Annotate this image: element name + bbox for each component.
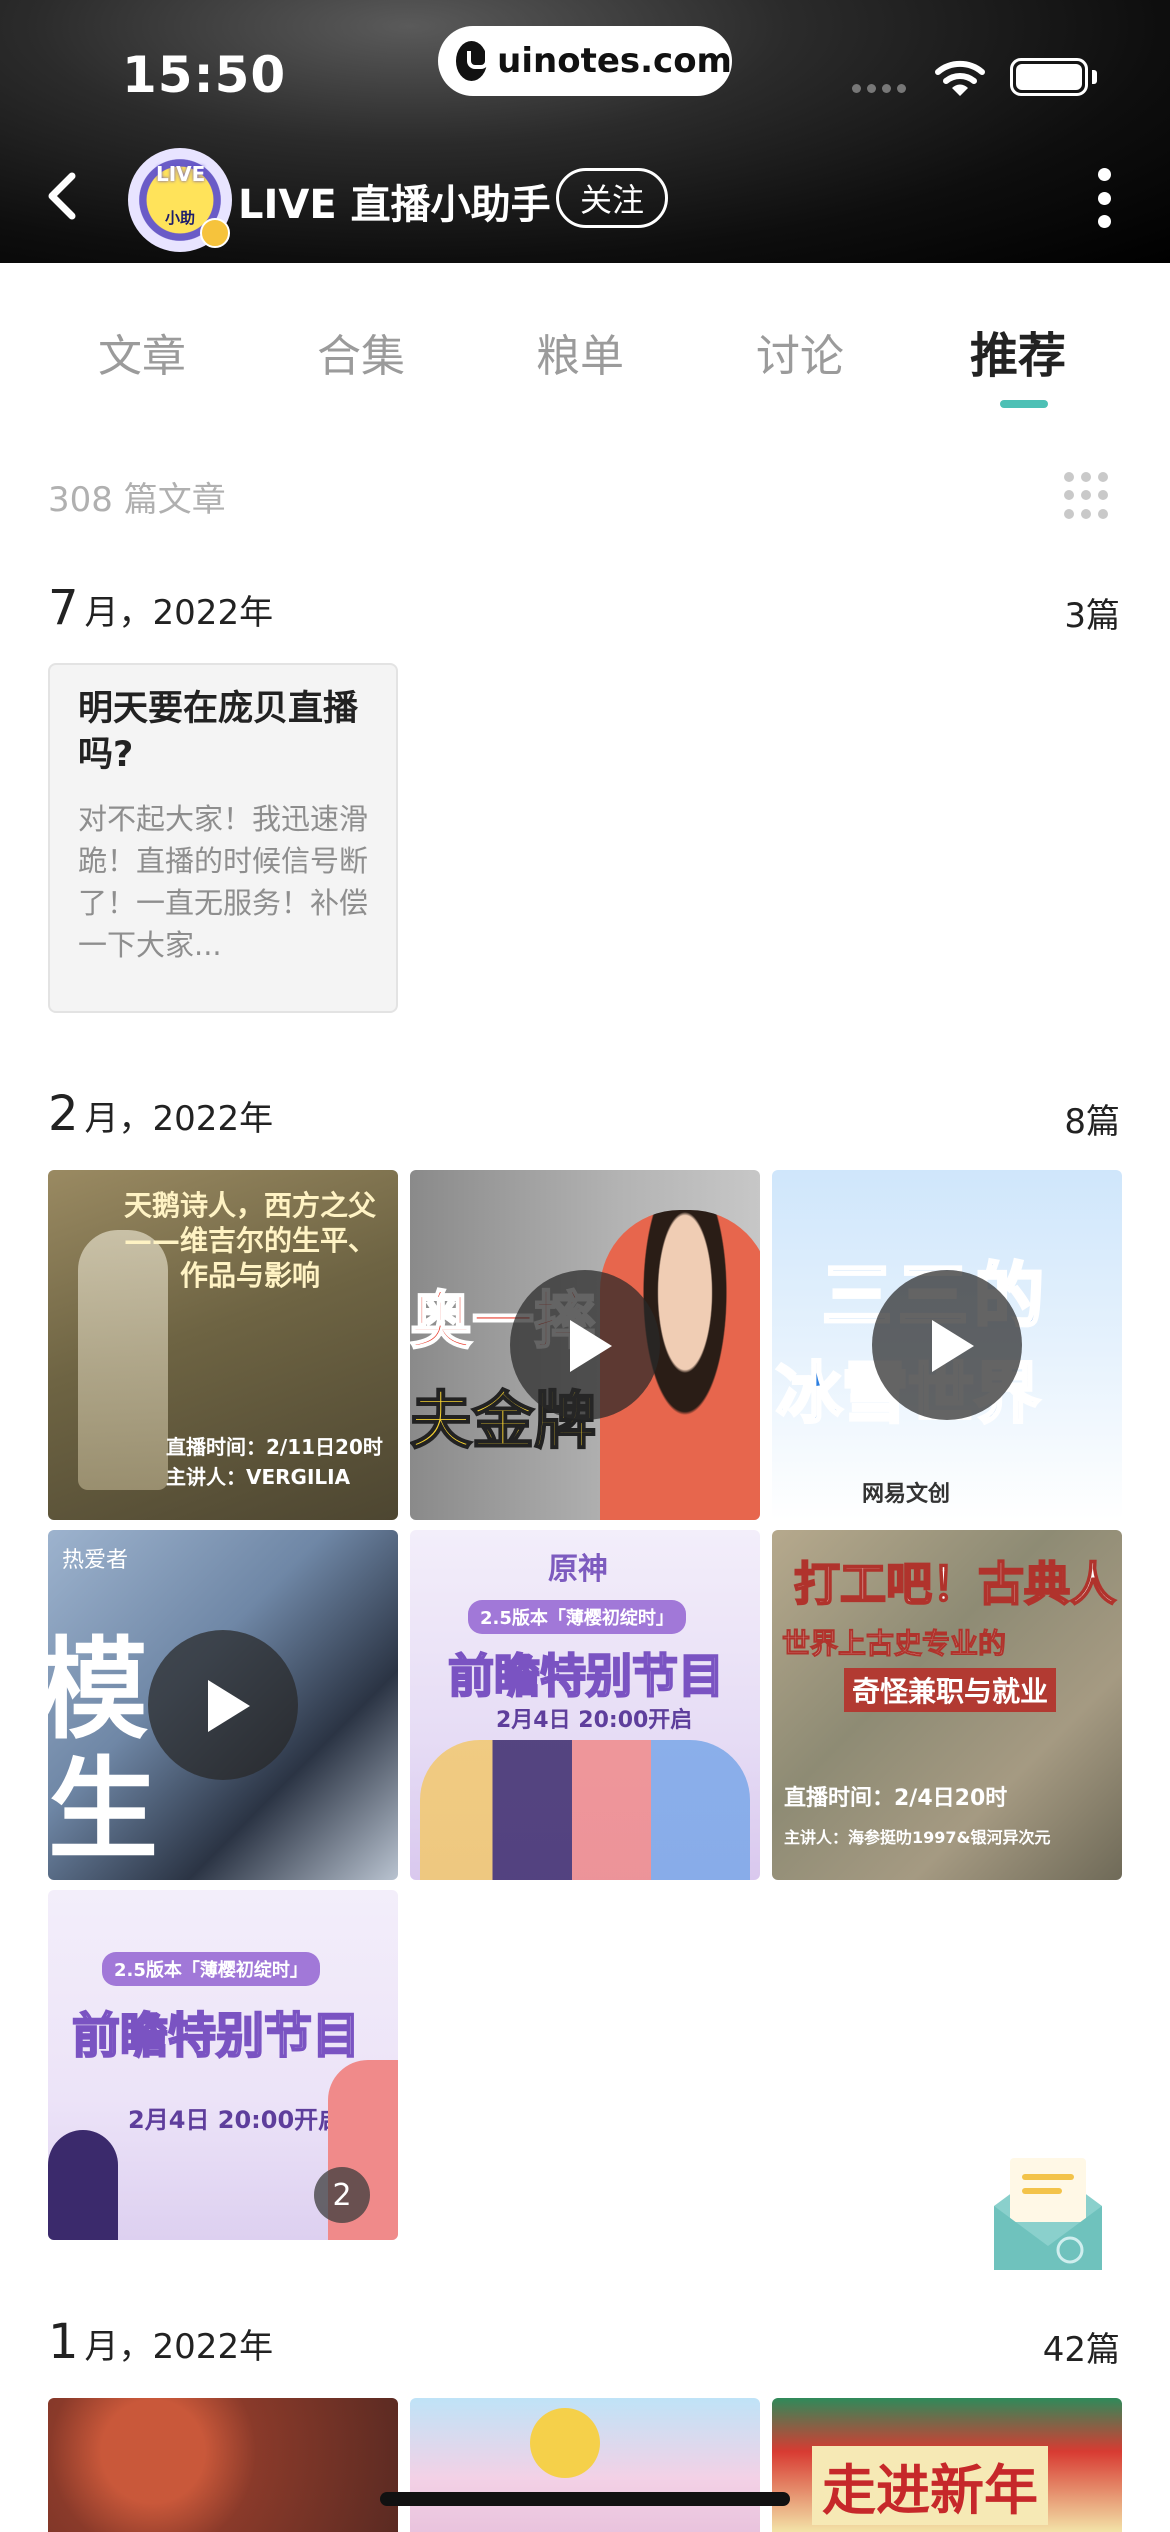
site-logo-icon xyxy=(456,41,490,81)
thumb-title: 生 xyxy=(48,1746,158,1874)
top-header: 15:50 uinotes.com LIVE 小助 LIVE 直播小助手 关注 xyxy=(0,0,1170,263)
tab-bar: 文章 合集 粮单 讨论 推荐 xyxy=(0,290,1170,420)
thumb-title: 走进新年 xyxy=(812,2446,1048,2525)
home-indicator[interactable] xyxy=(380,2492,790,2506)
channel-title[interactable]: LIVE 直播小助手 xyxy=(238,172,551,230)
article-total: 308 篇文章 xyxy=(48,480,226,520)
thumb-caption: 2.5版本「薄樱初绽时」 xyxy=(102,1952,320,1986)
thumb-line: 作品与影响 xyxy=(179,1259,320,1292)
thumb-title: 天鹅诗人，西方之父 ——维吉尔的生平、 作品与影响 xyxy=(110,1188,390,1293)
multi-image-count-badge: 2 xyxy=(314,2167,370,2223)
article-title: 明天要在庞贝直播吗? xyxy=(78,689,359,775)
video-thumbnail[interactable]: 三三的 冰雪世界 网易文创 xyxy=(772,1170,1122,1520)
post-thumbnail[interactable]: 打工吧！古典人 世界上古史专业的 奇怪兼职与就业 直播时间：2/4日20时 主讲… xyxy=(772,1530,1122,1880)
play-icon[interactable] xyxy=(872,1270,1022,1420)
article-card[interactable]: 明天要在庞贝直播吗? 对不起大家！我迅速滑跪！直播的时候信号断了！一直无服务！补… xyxy=(48,663,398,1013)
month-header: 1 月，2022年 xyxy=(48,2314,273,2370)
more-vertical-icon[interactable] xyxy=(1092,168,1116,228)
thumb-caption: 2.5版本「薄樱初绽时」 xyxy=(468,1600,686,1634)
thumb-line: 直播时间：2/11日20时 xyxy=(166,1435,383,1459)
tab-lists[interactable]: 粮单 xyxy=(536,320,624,384)
thumb-caption: 网易文创 xyxy=(862,1482,951,1507)
month-count: 8篇 xyxy=(1064,1102,1120,1142)
thumb-caption: 原神 xyxy=(548,1552,608,1587)
video-thumbnail[interactable]: 热爱者 模 生 xyxy=(48,1530,398,1880)
month-count: 3篇 xyxy=(1064,596,1120,636)
characters-illustration xyxy=(420,1740,750,1880)
cellular-signal-icon xyxy=(852,84,906,93)
avatar[interactable]: LIVE 小助 xyxy=(128,148,232,252)
thumb-title: 打工吧！古典人 xyxy=(793,1556,1117,1612)
month-header: 7 月，2022年 xyxy=(48,580,273,636)
article-excerpt: 对不起大家！我迅速滑跪！直播的时候信号断了！一直无服务！补偿一下大家... xyxy=(78,802,368,963)
post-thumbnail[interactable] xyxy=(410,2398,760,2532)
thumb-caption: 主讲人：海参挺叻1997&银河异次元 xyxy=(784,1828,1051,1847)
tab-articles[interactable]: 文章 xyxy=(98,320,186,384)
play-icon[interactable] xyxy=(148,1630,298,1780)
chevron-left-icon[interactable] xyxy=(40,170,84,222)
url-text: uinotes.com xyxy=(497,41,732,81)
thumb-title: 前瞻特别节目 xyxy=(71,2007,361,2065)
month-count: 42篇 xyxy=(1042,2330,1120,2370)
url-pill[interactable]: uinotes.com xyxy=(438,26,732,96)
month-year: 月，2022年 xyxy=(84,2327,274,2367)
grid-dots-icon[interactable] xyxy=(1064,472,1108,520)
tab-recommend[interactable]: 推荐 xyxy=(970,316,1066,386)
verified-badge-icon xyxy=(200,218,230,248)
avatar-live-text: LIVE xyxy=(156,162,206,186)
thumb-caption: 2月4日 20:00开启 xyxy=(128,2106,343,2134)
active-tab-indicator xyxy=(1000,400,1048,408)
thumb-title: 前瞻特别节目 xyxy=(447,1648,725,1704)
battery-cap xyxy=(1092,70,1097,84)
status-time: 15:50 xyxy=(122,46,287,104)
follow-button[interactable]: 关注 xyxy=(556,168,668,228)
post-thumbnail[interactable] xyxy=(48,2398,398,2532)
thumb-line: 主讲人：VERGILIA xyxy=(166,1465,351,1489)
character-left xyxy=(48,2130,118,2240)
post-thumbnail[interactable]: 天鹅诗人，西方之父 ——维吉尔的生平、 作品与影响 直播时间：2/11日20时 … xyxy=(48,1170,398,1520)
thumb-line: ——维吉尔的生平、 xyxy=(123,1224,376,1257)
month-header: 2 月，2022年 xyxy=(48,1086,273,1142)
month-number: 2 xyxy=(48,1086,79,1142)
thumb-caption: 直播时间：2/11日20时 主讲人：VERGILIA xyxy=(166,1432,383,1492)
month-year: 月，2022年 xyxy=(84,593,274,633)
tab-collections[interactable]: 合集 xyxy=(317,320,405,384)
thumb-line: 天鹅诗人，西方之父 xyxy=(123,1189,376,1222)
envelope-letter-icon[interactable] xyxy=(984,2146,1112,2278)
month-number: 1 xyxy=(48,2314,79,2370)
month-year: 月，2022年 xyxy=(84,1099,274,1139)
post-thumbnail[interactable]: 原神 2.5版本「薄樱初绽时」 前瞻特别节目 2月4日 20:00开启 xyxy=(410,1530,760,1880)
month-number: 7 xyxy=(48,580,79,636)
battery-icon xyxy=(1010,58,1088,96)
thumb-caption: 直播时间：2/4日20时 xyxy=(784,1786,1008,1811)
wifi-icon xyxy=(935,60,985,96)
thumb-caption: 世界上古史专业的 xyxy=(781,1627,1007,1661)
sun-illustration xyxy=(530,2408,600,2478)
post-thumbnail[interactable]: 走进新年 xyxy=(772,2398,1122,2532)
thumb-caption: 热爱者 xyxy=(62,1548,129,1573)
tab-discussion[interactable]: 讨论 xyxy=(756,320,844,384)
video-thumbnail[interactable]: 奥一摔 夫金牌 xyxy=(410,1170,760,1520)
avatar-label: 小助 xyxy=(164,208,195,227)
thumb-caption: 2月4日 20:00开启 xyxy=(496,1708,693,1733)
thumb-caption: 奇怪兼职与就业 xyxy=(844,1668,1057,1712)
play-icon[interactable] xyxy=(510,1270,660,1420)
